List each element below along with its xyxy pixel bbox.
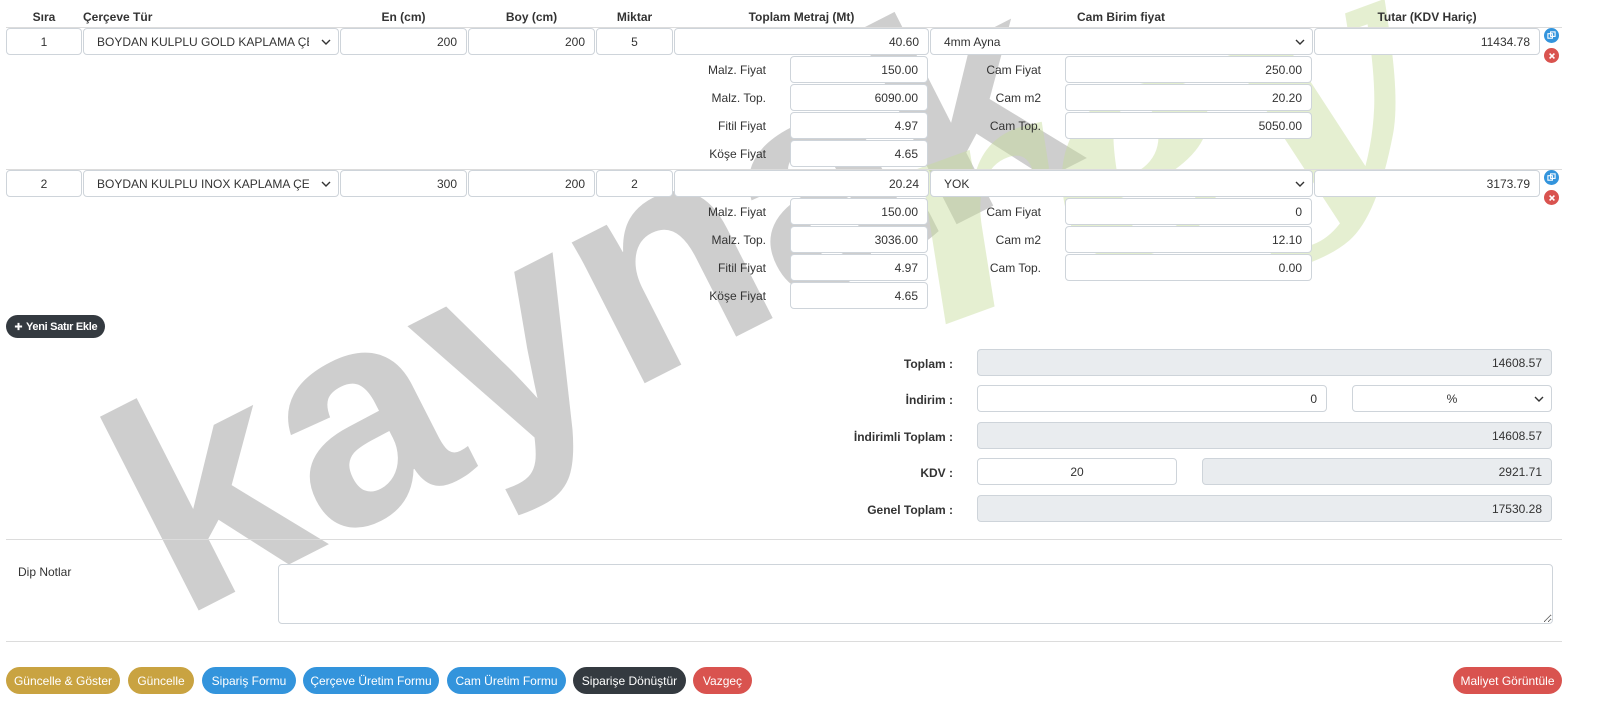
- cam-m2-input[interactable]: 20.20: [1065, 84, 1312, 111]
- malz-top-input[interactable]: 6090.00: [790, 84, 928, 111]
- row-tutar-input[interactable]: 3173.79: [1314, 170, 1540, 197]
- malz-top-label: Malz. Top.: [711, 91, 766, 105]
- malz-fiyat-label: Malz. Fiyat: [707, 205, 766, 219]
- order-form-button[interactable]: Sipariş Formu: [202, 667, 296, 694]
- kose-fiyat-input[interactable]: 4.65: [790, 140, 928, 167]
- cam-m2-label: Cam m2: [995, 91, 1041, 105]
- cam-top-input[interactable]: 0.00: [1065, 254, 1312, 281]
- cancel-button[interactable]: Vazgeç: [693, 667, 752, 694]
- fitil-fiyat-input[interactable]: 4.97: [790, 254, 928, 281]
- malz-fiyat-input[interactable]: 150.00: [790, 56, 928, 83]
- delete-icon: [1548, 52, 1555, 59]
- row-cerceve-value: BOYDAN KULPLU INOX KAPLAMA ÇERÇEVE: [97, 176, 309, 191]
- row-en-input[interactable]: 300: [340, 170, 467, 197]
- cam-top-input[interactable]: 5050.00: [1065, 112, 1312, 139]
- row-metraj-input[interactable]: 20.24: [674, 170, 929, 197]
- kose-fiyat-input[interactable]: 4.65: [790, 282, 928, 309]
- chevron-down-icon: [1534, 396, 1544, 402]
- add-row-label: Yeni Satır Ekle: [26, 320, 98, 333]
- header-tutar: Tutar (KDV Hariç): [1377, 10, 1477, 24]
- cam-fiyat-input[interactable]: 0: [1065, 198, 1312, 225]
- indirim-type-value: %: [1446, 391, 1458, 406]
- row-sira-input[interactable]: 1: [6, 28, 82, 55]
- add-row-button[interactable]: Yeni Satır Ekle: [6, 315, 106, 338]
- section-divider: [6, 641, 1562, 642]
- chevron-down-icon: [321, 39, 331, 45]
- row-cerceve-value: BOYDAN KULPLU GOLD KAPLAMA ÇERÇEVE: [97, 34, 309, 49]
- genel-toplam-field: 17530.28: [977, 495, 1552, 522]
- copy-icon: [1547, 173, 1556, 181]
- kdv-rate-input[interactable]: 20: [977, 458, 1177, 485]
- kdv-amount-field: 2921.71: [1202, 458, 1552, 485]
- notes-label: Dip Notlar: [18, 565, 72, 579]
- row-cerceve-select[interactable]: BOYDAN KULPLU INOX KAPLAMA ÇERÇEVE: [83, 170, 339, 197]
- cam-m2-input[interactable]: 12.10: [1065, 226, 1312, 253]
- cam-m2-label: Cam m2: [995, 233, 1041, 247]
- copy-icon: [1547, 31, 1556, 39]
- row-boy-input[interactable]: 200: [468, 28, 595, 55]
- indirim-label: İndirim :: [905, 393, 953, 407]
- cam-fiyat-input[interactable]: 250.00: [1065, 56, 1312, 83]
- notes-textarea[interactable]: [278, 564, 1553, 624]
- row-boy-input[interactable]: 200: [468, 170, 595, 197]
- cam-top-label: Cam Top.: [989, 261, 1041, 275]
- cam-fiyat-label: Cam Fiyat: [986, 205, 1041, 219]
- header-cerceve-tur: Çerçeve Tür: [83, 10, 153, 24]
- chevron-down-icon: [1295, 181, 1305, 187]
- row-miktar-input[interactable]: 5: [596, 28, 673, 55]
- header-sira: Sıra: [32, 10, 56, 24]
- delete-icon: [1548, 194, 1555, 201]
- indirimli-toplam-label: İndirimli Toplam :: [853, 430, 953, 444]
- copy-row-button[interactable]: [1544, 170, 1559, 185]
- indirimli-toplam-field: 14608.57: [977, 422, 1552, 449]
- malz-top-label: Malz. Top.: [711, 233, 766, 247]
- show-cost-button[interactable]: Maliyet Görüntüle: [1453, 667, 1562, 694]
- chevron-down-icon: [1295, 39, 1305, 45]
- plus-icon: [14, 322, 23, 331]
- delete-row-button[interactable]: [1544, 190, 1559, 205]
- indirim-input[interactable]: 0: [977, 385, 1327, 412]
- malz-fiyat-label: Malz. Fiyat: [707, 63, 766, 77]
- section-divider: [6, 539, 1562, 540]
- fitil-fiyat-label: Fitil Fiyat: [718, 119, 766, 133]
- fitil-fiyat-input[interactable]: 4.97: [790, 112, 928, 139]
- row-cam-select[interactable]: YOK: [930, 170, 1313, 197]
- row-cam-value: 4mm Ayna: [944, 34, 1001, 49]
- kose-fiyat-label: Köşe Fiyat: [709, 147, 766, 161]
- convert-to-order-button[interactable]: Siparişe Dönüştür: [573, 667, 686, 694]
- malz-top-input[interactable]: 3036.00: [790, 226, 928, 253]
- chevron-down-icon: [321, 181, 331, 187]
- genel-toplam-label: Genel Toplam :: [867, 503, 953, 517]
- indirim-type-select[interactable]: %: [1352, 385, 1552, 412]
- kose-fiyat-label: Köşe Fiyat: [709, 289, 766, 303]
- glass-production-form-button[interactable]: Cam Üretim Formu: [447, 667, 566, 694]
- header-en: En (cm): [381, 10, 426, 24]
- toplam-label: Toplam :: [903, 357, 953, 371]
- row-cerceve-select[interactable]: BOYDAN KULPLU GOLD KAPLAMA ÇERÇEVE: [83, 28, 339, 55]
- header-toplam-metraj: Toplam Metraj (Mt): [748, 10, 855, 24]
- malz-fiyat-input[interactable]: 150.00: [790, 198, 928, 225]
- update-button[interactable]: Güncelle: [128, 667, 194, 694]
- delete-row-button[interactable]: [1544, 48, 1559, 63]
- cam-fiyat-label: Cam Fiyat: [986, 63, 1041, 77]
- row-sira-input[interactable]: 2: [6, 170, 82, 197]
- update-and-show-button[interactable]: Güncelle & Göster: [6, 667, 120, 694]
- kdv-label: KDV :: [920, 466, 953, 480]
- row-cam-value: YOK: [944, 176, 970, 191]
- header-boy: Boy (cm): [505, 10, 558, 24]
- frame-production-form-button[interactable]: Çerçeve Üretim Formu: [303, 667, 439, 694]
- row-metraj-input[interactable]: 40.60: [674, 28, 929, 55]
- row-cam-select[interactable]: 4mm Ayna: [930, 28, 1313, 55]
- row-tutar-input[interactable]: 11434.78: [1314, 28, 1540, 55]
- fitil-fiyat-label: Fitil Fiyat: [718, 261, 766, 275]
- row-miktar-input[interactable]: 2: [596, 170, 673, 197]
- row-en-input[interactable]: 200: [340, 28, 467, 55]
- toplam-field: 14608.57: [977, 349, 1552, 376]
- copy-row-button[interactable]: [1544, 28, 1559, 43]
- cam-top-label: Cam Top.: [989, 119, 1041, 133]
- header-cam-birim-fiyat: Cam Birim fiyat: [1076, 10, 1166, 24]
- header-miktar: Miktar: [616, 10, 653, 24]
